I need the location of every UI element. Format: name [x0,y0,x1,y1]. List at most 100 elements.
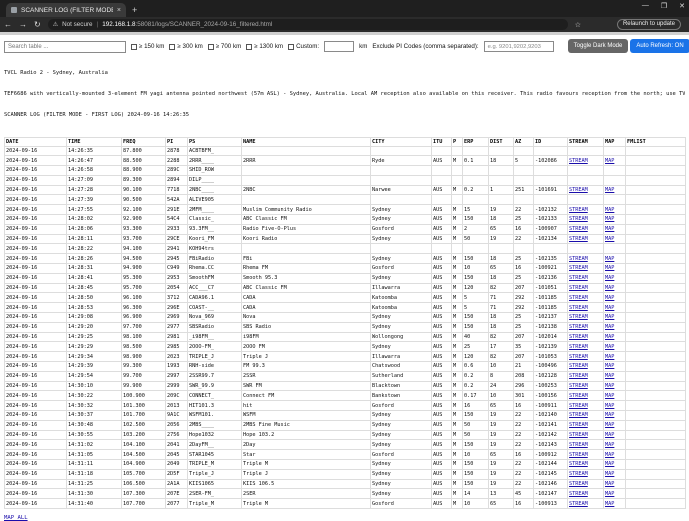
map-link[interactable]: MAP [605,275,614,281]
maximize-icon[interactable]: ❐ [661,2,667,10]
stream-link[interactable]: STREAM [569,383,588,389]
map-link[interactable]: MAP [605,422,614,428]
map-link[interactable]: MAP [605,383,614,389]
column-header[interactable]: PS [187,137,242,147]
checkbox-icon[interactable] [169,43,176,50]
map-link[interactable]: MAP [605,305,614,311]
column-header[interactable]: ERP [462,137,489,147]
map-link[interactable]: MAP [605,412,614,418]
bookmark-star-icon[interactable]: ☆ [575,21,581,29]
toggle-dark-mode-button[interactable]: Toggle Dark Mode [568,39,628,53]
relaunch-button[interactable]: Relaunch to update [616,19,681,30]
stream-link[interactable]: STREAM [569,452,588,458]
exclude-pi-input[interactable]: e.g. 9201,9202,9203 [483,41,554,52]
column-header[interactable]: DIST [488,137,514,147]
stream-link[interactable]: STREAM [569,256,588,262]
map-link[interactable]: MAP [605,442,614,448]
stream-link[interactable]: STREAM [569,207,588,213]
url-bar[interactable]: ⚠ Not secure | 192.168.1.8:58081/logs/SC… [47,19,568,30]
map-link[interactable]: MAP [605,481,614,487]
stream-link[interactable]: STREAM [569,226,588,232]
stream-link[interactable]: STREAM [569,461,588,467]
stream-link[interactable]: STREAM [569,354,588,360]
stream-link[interactable]: STREAM [569,285,588,291]
reload-icon[interactable]: ↻ [34,20,41,29]
map-link[interactable]: MAP [605,295,614,301]
stream-link[interactable]: STREAM [569,491,588,497]
stream-link[interactable]: STREAM [569,412,588,418]
map-link[interactable]: MAP [605,285,614,291]
minimize-icon[interactable]: — [642,2,649,10]
column-header[interactable]: P [451,137,463,147]
map-link[interactable]: MAP [605,461,614,467]
map-link[interactable]: MAP [605,452,614,458]
stream-link[interactable]: STREAM [569,344,588,350]
column-header[interactable]: FMLIST [625,137,686,147]
stream-link[interactable]: STREAM [569,158,588,164]
map-link[interactable]: MAP [605,403,614,409]
column-header[interactable]: PI [165,137,188,147]
map-link[interactable]: MAP [605,324,614,330]
column-header[interactable]: CITY [370,137,432,147]
stream-link[interactable]: STREAM [569,295,588,301]
stream-link[interactable]: STREAM [569,501,588,507]
forward-icon[interactable]: → [19,20,27,29]
stream-link[interactable]: STREAM [569,432,588,438]
column-header[interactable]: AZ [513,137,534,147]
window-close-icon[interactable]: ✕ [679,2,685,10]
map-link[interactable]: MAP [605,354,614,360]
column-header[interactable]: TIME [66,137,122,147]
map-link[interactable]: MAP [605,265,614,271]
column-header[interactable]: MAP [603,137,626,147]
map-link[interactable]: MAP [605,334,614,340]
filter-custom[interactable]: Custom: [288,43,319,50]
stream-link[interactable]: STREAM [569,363,588,369]
stream-link[interactable]: STREAM [569,481,588,487]
map-all-link[interactable]: MAP ALL [4,515,28,521]
stream-link[interactable]: STREAM [569,216,588,222]
stream-link[interactable]: STREAM [569,314,588,320]
checkbox-icon[interactable] [207,43,214,50]
checkbox-icon[interactable] [288,43,295,50]
stream-link[interactable]: STREAM [569,471,588,477]
map-link[interactable]: MAP [605,363,614,369]
map-link[interactable]: MAP [605,158,614,164]
tab-close-icon[interactable]: × [117,7,121,14]
map-link[interactable]: MAP [605,256,614,262]
map-link[interactable]: MAP [605,373,614,379]
map-link[interactable]: MAP [605,187,614,193]
back-icon[interactable]: ← [4,20,12,29]
stream-link[interactable]: STREAM [569,373,588,379]
map-link[interactable]: MAP [605,491,614,497]
new-tab-icon[interactable]: + [132,3,137,17]
map-link[interactable]: MAP [605,501,614,507]
map-link[interactable]: MAP [605,432,614,438]
filter-300km[interactable]: ≥ 300 km [169,43,203,50]
filter-150km[interactable]: ≥ 150 km [131,43,164,50]
custom-km-input[interactable] [324,41,355,52]
map-link[interactable]: MAP [605,236,614,242]
map-link[interactable]: MAP [605,393,614,399]
stream-link[interactable]: STREAM [569,275,588,281]
stream-link[interactable]: STREAM [569,305,588,311]
column-header[interactable]: FREQ [121,137,166,147]
column-header[interactable]: ID [533,137,568,147]
stream-link[interactable]: STREAM [569,403,588,409]
stream-link[interactable]: STREAM [569,393,588,399]
stream-link[interactable]: STREAM [569,422,588,428]
browser-tab[interactable]: SCANNER LOG (FILTER MODE) × [6,3,126,17]
stream-link[interactable]: STREAM [569,442,588,448]
stream-link[interactable]: STREAM [569,334,588,340]
map-link[interactable]: MAP [605,207,614,213]
column-header[interactable]: ITU [431,137,452,147]
column-header[interactable]: DATE [4,137,67,147]
checkbox-icon[interactable] [131,43,137,50]
search-input[interactable]: Search table ... [4,40,126,53]
map-link[interactable]: MAP [605,471,614,477]
stream-link[interactable]: STREAM [569,187,588,193]
stream-link[interactable]: STREAM [569,324,588,330]
column-header[interactable]: NAME [241,137,371,147]
stream-link[interactable]: STREAM [569,236,588,242]
filter-700km[interactable]: ≥ 700 km [207,43,241,50]
map-link[interactable]: MAP [605,216,614,222]
